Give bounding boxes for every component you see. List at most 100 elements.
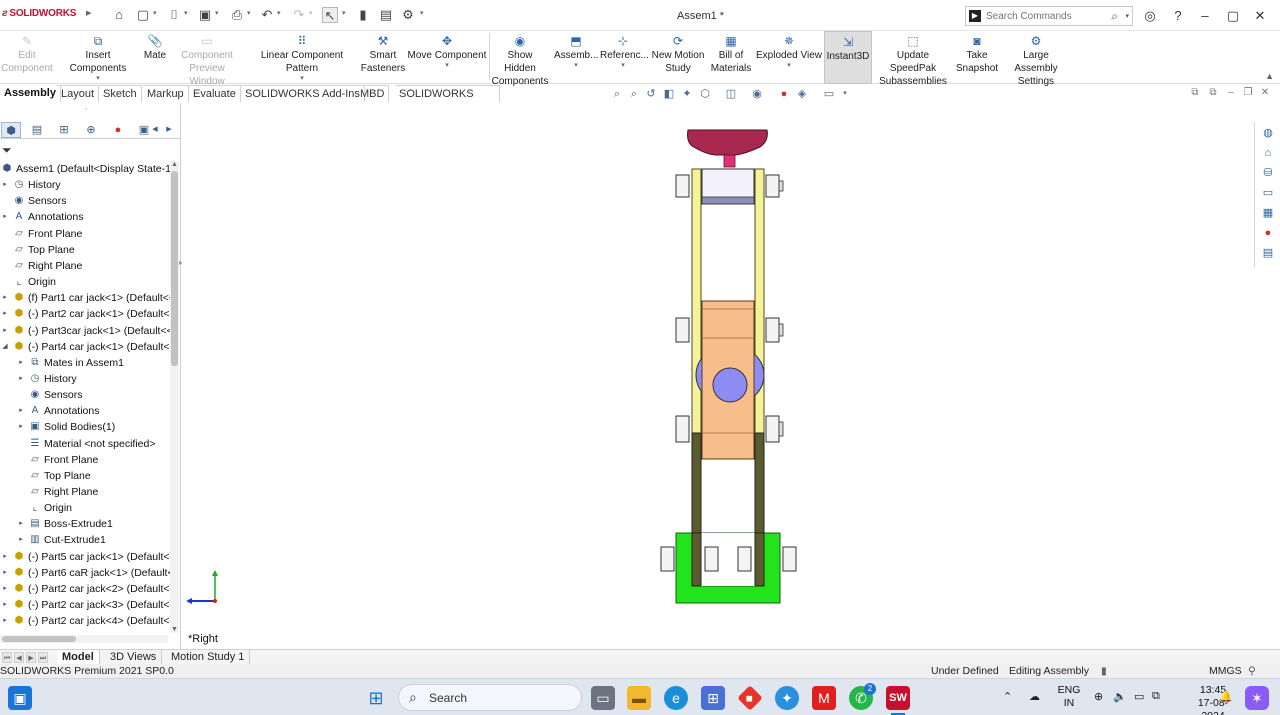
smart-fasteners-button[interactable]: ⚒ Smart Fasteners <box>360 31 406 84</box>
appearances-icon[interactable]: ● <box>1260 225 1276 241</box>
tab-evaluate[interactable]: Evaluate <box>189 85 241 102</box>
search-commands-box[interactable]: ▶ ⌕ ▾ <box>965 6 1133 26</box>
horizontal-scroll-thumb[interactable] <box>2 636 76 642</box>
jack-handle[interactable] <box>687 129 768 168</box>
expand-node-icon[interactable]: ▸ <box>17 371 25 387</box>
next-tab-icon[interactable]: ▶ <box>26 652 36 663</box>
prev-tab-icon[interactable]: ◀ <box>14 652 24 663</box>
section-view-icon[interactable]: ◧ <box>662 87 676 101</box>
apply-scene-icon[interactable]: ◈ <box>795 87 809 101</box>
minimize-icon[interactable]: – <box>1196 7 1214 25</box>
rebuild-indicator-icon[interactable]: ▮ <box>1101 664 1107 678</box>
display-style-icon[interactable]: ◫ <box>724 87 738 101</box>
tab-motion-study-1[interactable]: Motion Study 1 <box>166 650 251 664</box>
view-palette-icon[interactable]: ▦ <box>1260 205 1276 221</box>
property-manager-icon[interactable]: ▤ <box>27 122 47 138</box>
zoom-to-fit-icon[interactable]: ⌕ <box>610 87 624 101</box>
take-snapshot-button[interactable]: ◙ Take Snapshot <box>955 31 999 84</box>
tree-vertical-scrollbar[interactable]: ▲ ▼ <box>170 161 179 633</box>
tab-sketch[interactable]: Sketch <box>99 85 142 102</box>
solidworks-logo[interactable]: ƨ SOLIDWORKS <box>2 8 76 19</box>
tab-layout[interactable]: Layout <box>57 85 100 102</box>
scroll-down-icon[interactable]: ▼ <box>171 626 178 633</box>
view-settings-dropdown-icon[interactable]: ▾ <box>838 87 852 101</box>
tile-alt-icon[interactable]: ⧉ <box>1206 87 1220 98</box>
undo-dropdown-icon[interactable]: ▾ <box>277 9 281 17</box>
search-dropdown-icon[interactable]: ▾ <box>1125 12 1129 20</box>
expand-node-icon[interactable]: ▸ <box>1 209 9 225</box>
center-screw-block[interactable] <box>695 300 765 460</box>
expand-node-icon[interactable]: ▸ <box>17 355 25 371</box>
expand-node-icon[interactable]: ▸ <box>17 532 25 548</box>
feature-manager-tree-icon[interactable]: ⬢ <box>1 122 21 138</box>
tab-mbd[interactable]: MBD <box>356 85 390 102</box>
doc-close-icon[interactable]: ✕ <box>1258 87 1272 98</box>
undo-icon[interactable]: ↶ <box>259 7 275 23</box>
taskbar-search-box[interactable]: ⌕ Search <box>398 684 582 711</box>
notifications-bell-icon[interactable]: 🔔 <box>1219 690 1233 703</box>
edit-appearance-icon[interactable]: ● <box>777 87 791 101</box>
open-folder-icon[interactable]: ⌷ <box>166 7 182 23</box>
design-library-icon[interactable]: ⛁ <box>1260 165 1276 181</box>
print-dropdown-icon[interactable]: ▾ <box>247 9 251 17</box>
configuration-manager-icon[interactable]: ⊞ <box>54 122 74 138</box>
new-document-icon[interactable]: ▢ <box>135 7 151 23</box>
insert-components-button[interactable]: ⧉ Insert Components ▾ <box>56 31 140 84</box>
reference-geometry-button[interactable]: ⊹ Referenc... ▾ <box>600 31 649 84</box>
tree-filter-icon[interactable]: ⏷ <box>2 143 12 158</box>
home-pane-icon[interactable]: ⌂ <box>1260 145 1276 161</box>
tab-solidworks-cam[interactable]: SOLIDWORKS CAM <box>395 85 500 116</box>
linear-component-pattern-button[interactable]: ⠿ Linear Component Pattern ▾ <box>245 31 359 84</box>
volume-icon[interactable]: 🔈 <box>1113 690 1127 703</box>
tab-model[interactable]: Model <box>57 650 100 664</box>
clipboard-icon[interactable]: ⧉ <box>1152 690 1160 703</box>
collapse-node-icon[interactable]: ◢ <box>1 339 9 355</box>
doc-restore-icon[interactable]: ❐ <box>1241 87 1255 98</box>
select-arrow-icon[interactable]: ↖ <box>322 7 338 23</box>
file-explorer-icon[interactable]: ▭ <box>1260 185 1276 201</box>
exploded-view-dropdown-icon[interactable]: ▾ <box>756 62 822 70</box>
tree-horizontal-scrollbar[interactable] <box>0 635 168 643</box>
move-component-dropdown-icon[interactable]: ▾ <box>407 62 487 70</box>
scroll-thumb[interactable] <box>171 171 178 366</box>
expand-node-icon[interactable]: ▸ <box>1 177 9 193</box>
reference-geometry-dropdown-icon[interactable]: ▾ <box>600 62 646 70</box>
user-account-icon[interactable]: ◎ <box>1141 7 1159 25</box>
dynamic-annotation-icon[interactable]: ✦ <box>680 87 694 101</box>
traffic-light-icon[interactable]: ▮ <box>355 7 371 23</box>
expand-node-icon[interactable]: ▸ <box>17 419 25 435</box>
select-dropdown-icon[interactable]: ▾ <box>342 9 346 17</box>
zoom-to-area-icon[interactable]: ⌕ <box>627 87 641 101</box>
collapse-ribbon-icon[interactable]: ▲ <box>1265 71 1274 81</box>
expand-node-icon[interactable]: ▸ <box>17 516 25 532</box>
insert-components-dropdown-icon[interactable]: ▾ <box>56 75 140 83</box>
open-dropdown-icon[interactable]: ▾ <box>184 9 188 17</box>
mate-button[interactable]: 📎 Mate <box>141 31 169 84</box>
last-tab-icon[interactable]: ⏭ <box>38 652 48 663</box>
tab-assembly[interactable]: Assembly <box>0 85 61 102</box>
close-icon[interactable]: ✕ <box>1251 7 1269 25</box>
new-dropdown-icon[interactable]: ▾ <box>153 9 157 17</box>
dimxpert-manager-icon[interactable]: ⊕ <box>81 122 101 138</box>
show-hidden-components-button[interactable]: ◉ Show Hidden Components <box>491 31 549 87</box>
expand-node-icon[interactable]: ▸ <box>1 581 9 597</box>
battery-icon[interactable]: ▭ <box>1134 690 1144 703</box>
tabs-scroll-right-icon[interactable]: ▶ <box>164 122 174 138</box>
green-base-plate[interactable] <box>675 532 781 604</box>
expand-node-icon[interactable]: ▸ <box>1 613 9 629</box>
options-dropdown-icon[interactable]: ▾ <box>420 9 424 17</box>
upper-link-left[interactable] <box>691 168 702 434</box>
save-icon[interactable]: ▣ <box>197 7 213 23</box>
scroll-up-icon[interactable]: ▲ <box>171 161 178 168</box>
maximize-icon[interactable]: ▢ <box>1224 7 1242 25</box>
linear-pattern-dropdown-icon[interactable]: ▾ <box>245 75 359 83</box>
doc-minimize-icon[interactable]: – <box>1224 87 1238 98</box>
custom-properties-icon[interactable]: ▤ <box>1260 245 1276 261</box>
solidworks-taskbar-icon[interactable]: SW <box>886 686 910 710</box>
assembly-features-dropdown-icon[interactable]: ▾ <box>554 62 598 70</box>
file-properties-icon[interactable]: ▤ <box>378 7 394 23</box>
expand-node-icon[interactable]: ▸ <box>1 290 9 306</box>
assembly-features-button[interactable]: ⬒ Assemb... ▾ <box>554 31 598 84</box>
previous-view-icon[interactable]: ↺ <box>644 87 658 101</box>
move-component-button[interactable]: ✥ Move Component ▾ <box>407 31 487 84</box>
